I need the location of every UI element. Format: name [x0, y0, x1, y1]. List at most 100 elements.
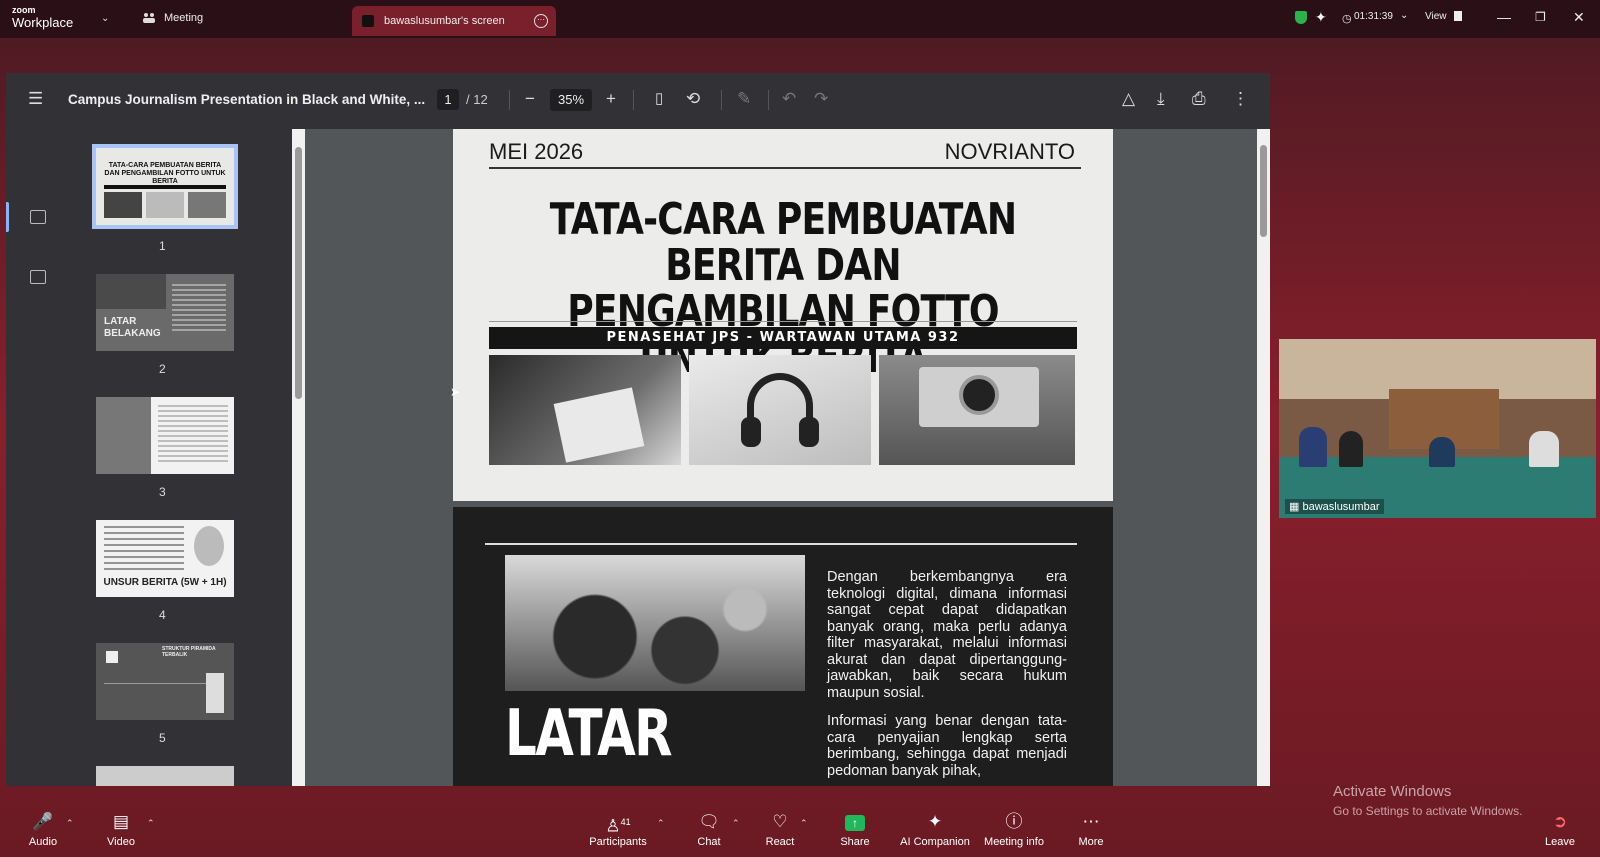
chevron-down-icon[interactable]: ⌄ — [1400, 10, 1408, 21]
slide-paragraph-1: Dengan berkembangnya era teknologi digit… — [827, 569, 1067, 701]
slide-title: TATA-CARA PEMBUATAN BERITA DAN PENGAMBIL… — [537, 197, 1029, 381]
divider — [721, 90, 722, 110]
participants-label: Participants — [589, 836, 647, 848]
chat-label: Chat — [697, 836, 721, 848]
divider — [768, 90, 769, 110]
microphone-muted-icon: 🎤 — [32, 812, 54, 831]
participants-icon: ♙41 — [605, 816, 631, 836]
outline-view-icon[interactable] — [30, 270, 46, 284]
meeting-info-button[interactable]: ⓘ Meeting info — [984, 812, 1044, 848]
redo-icon[interactable]: ↷ — [814, 89, 828, 109]
download-icon[interactable]: ⤓ — [1157, 89, 1165, 109]
more-dots-icon: ⋯ — [1082, 812, 1100, 831]
notebook-shape — [553, 387, 645, 463]
more-options-icon[interactable]: ⋮ — [1232, 89, 1249, 109]
tab-meeting-label: Meeting — [164, 12, 204, 24]
top-bar: zoom Workplace ⌄ Meeting bawaslusumbar's… — [0, 0, 1600, 38]
headphone-cup — [741, 417, 761, 447]
brand-bottom-text: Workplace — [12, 15, 74, 30]
zoom-level-input[interactable]: 35% — [550, 89, 592, 111]
drive-add-icon[interactable]: △ — [1122, 89, 1135, 109]
thumbnail-title: STRUKTUR PIRAMIDA TERBALIK — [162, 646, 216, 658]
thumbnail-page-2[interactable]: LATAR BELAKANG — [96, 274, 234, 351]
thumbnail-image — [194, 526, 224, 566]
minimize-icon[interactable]: — — [1497, 9, 1511, 25]
rotate-icon[interactable]: ⟲ — [686, 89, 700, 109]
sidebar-scrollbar[interactable] — [292, 129, 305, 786]
pdf-page-1: MEI 2026 NOVRIANTO TATA-CARA PEMBUATAN B… — [453, 129, 1113, 501]
view-button[interactable]: View — [1425, 11, 1447, 22]
pdf-page-2: LATAR Dengan berkembangnya era teknologi… — [453, 507, 1113, 786]
react-label: React — [765, 836, 795, 848]
more-button[interactable]: ⋯ More — [1076, 812, 1106, 848]
signal-icon: ▦ — [1289, 501, 1303, 513]
video-person — [1529, 431, 1559, 467]
pdf-toolbar: ☰ Campus Journalism Presentation in Blac… — [6, 73, 1270, 129]
zoom-logo[interactable]: zoom Workplace — [12, 6, 74, 30]
audio-button[interactable]: 🎤 Audio — [26, 812, 60, 848]
share-button[interactable]: ↑ Share — [839, 812, 871, 848]
video-label: Video — [107, 836, 135, 848]
sidebar-rail — [6, 129, 62, 786]
thumbnails-view-icon[interactable] — [30, 210, 46, 224]
thumbnail-title: LATAR BELAKANG — [104, 316, 161, 339]
thumbnail-page-5[interactable]: STRUKTUR PIRAMIDA TERBALIK — [96, 643, 234, 720]
clock-icon: ◷ — [1342, 13, 1352, 25]
thumbnail-number: 5 — [159, 731, 166, 745]
print-icon[interactable]: ⎙ — [1192, 89, 1206, 109]
leave-button[interactable]: ➲ Leave — [1544, 812, 1576, 848]
page-number-input[interactable]: 1 — [437, 89, 459, 110]
fit-page-icon[interactable]: ▯ — [655, 89, 663, 109]
thumbnail-band — [104, 185, 226, 189]
menu-icon[interactable]: ☰ — [28, 89, 43, 109]
slide-heading: LATAR — [505, 697, 673, 771]
pdf-viewer: ☰ Campus Journalism Presentation in Blac… — [6, 73, 1270, 786]
participants-button[interactable]: ♙41 Participants — [588, 812, 648, 848]
slide-author: NOVRIANTO — [944, 139, 1075, 164]
zoom-in-icon[interactable]: + — [606, 89, 616, 109]
tab-more-icon[interactable]: ··· — [534, 14, 548, 28]
sidebar-scrollbar-thumb[interactable] — [295, 147, 302, 399]
annotate-icon[interactable]: ✎ — [737, 89, 751, 109]
thumbnail-image — [146, 192, 184, 218]
document-scrollbar-thumb[interactable] — [1260, 145, 1267, 237]
sparkle-icon[interactable]: ✦ — [1315, 9, 1327, 26]
video-options-caret-icon[interactable]: ⌃ — [147, 818, 155, 829]
video-button[interactable]: ▤ Video — [104, 812, 138, 848]
thumbnail-panel: TATA-CARA PEMBUATAN BERITA DAN PENGAMBIL… — [62, 129, 292, 786]
headphone-cup — [799, 417, 819, 447]
chevron-down-icon[interactable]: ⌄ — [101, 13, 109, 24]
tab-meeting[interactable]: Meeting — [142, 0, 203, 36]
ai-companion-button[interactable]: ✦ AI Companion — [900, 812, 970, 848]
thumbnail-page-1[interactable]: TATA-CARA PEMBUATAN BERITA DAN PENGAMBIL… — [92, 144, 238, 229]
zoom-out-icon[interactable]: − — [525, 89, 535, 109]
thumbnail-page-4[interactable]: UNSUR BERITA (5W + 1H) — [96, 520, 234, 597]
participants-options-caret-icon[interactable]: ⌃ — [657, 818, 665, 829]
participant-video-tile[interactable]: ▦ bawaslusumbar — [1279, 339, 1596, 518]
camera-icon: ▤ — [112, 812, 130, 831]
chat-button[interactable]: 🗨 Chat — [694, 812, 724, 848]
thumbnail-image — [104, 192, 142, 218]
thumbnail-number: 1 — [159, 239, 166, 253]
leave-label: Leave — [1545, 836, 1575, 848]
chat-options-caret-icon[interactable]: ⌃ — [732, 818, 740, 829]
page-total: / 12 — [466, 92, 488, 107]
undo-icon[interactable]: ↶ — [782, 89, 796, 109]
thumbnail-page-6[interactable] — [96, 766, 234, 786]
security-shield-icon[interactable] — [1295, 11, 1307, 24]
react-options-caret-icon[interactable]: ⌃ — [800, 818, 808, 829]
audio-options-caret-icon[interactable]: ⌃ — [66, 818, 74, 829]
mouse-cursor-icon: ➤ — [450, 385, 461, 399]
tab-shared-screen[interactable]: bawaslusumbar's screen ··· — [352, 6, 556, 36]
divider — [489, 167, 1081, 169]
thumbnail-image — [206, 673, 224, 713]
video-person — [1429, 437, 1455, 467]
view-layout-icon[interactable] — [1454, 11, 1462, 21]
thumbnail-text-lines — [172, 284, 226, 332]
participants-count: 41 — [620, 817, 631, 827]
thumbnail-page-3[interactable] — [96, 397, 234, 474]
close-icon[interactable]: ✕ — [1573, 9, 1585, 26]
restore-icon[interactable]: ❐ — [1535, 10, 1546, 24]
document-scrollbar[interactable] — [1257, 129, 1270, 786]
react-button[interactable]: ♡ React — [764, 812, 796, 848]
